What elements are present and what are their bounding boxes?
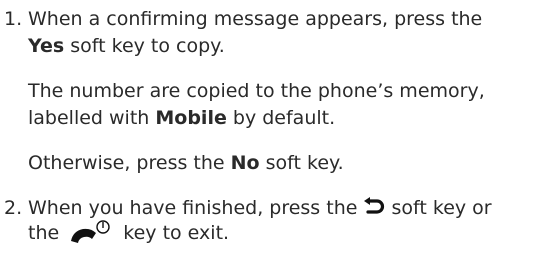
- instruction-document: 1. When a confirming message appears, pr…: [0, 0, 536, 245]
- step-1-line-2: Yes soft key to copy.: [28, 33, 528, 60]
- step-2-line-2: the key to exit.: [28, 219, 528, 247]
- step-2-text-3: the: [28, 222, 66, 244]
- step-2-text: When you have finished, press the: [28, 197, 364, 219]
- step-1-text-cont: soft key to copy.: [64, 35, 225, 57]
- step-2-text-4: key to exit.: [117, 222, 230, 244]
- step-2-line-1: When you have finished, press the soft k…: [28, 195, 528, 222]
- otherwise-text: Otherwise, press the: [28, 152, 231, 174]
- mobile-label: Mobile: [155, 107, 227, 129]
- copy-note-line-1: The number are copied to the phone’s mem…: [28, 78, 528, 105]
- no-key-label: No: [230, 152, 260, 174]
- copy-note-line-2: labelled with Mobile by default.: [28, 105, 528, 132]
- copy-note-text-3: by default.: [226, 107, 336, 129]
- step-1-text: When a confirming message appears, press…: [28, 8, 483, 30]
- back-arrow-icon: [363, 197, 385, 217]
- step-1-line-1: When a confirming message appears, press…: [28, 6, 528, 33]
- copy-note-text: The number are copied to the phone’s mem…: [28, 80, 485, 102]
- step-number: 1.: [4, 8, 23, 30]
- yes-key-label: Yes: [28, 35, 65, 57]
- end-call-power-key-icon: [69, 219, 113, 247]
- step-number: 2.: [4, 197, 23, 219]
- otherwise-text-2: soft key.: [259, 152, 344, 174]
- otherwise-line: Otherwise, press the No soft key.: [28, 150, 528, 177]
- step-2-text-2: soft key or: [385, 197, 492, 219]
- copy-note-text-2: labelled with: [28, 107, 156, 129]
